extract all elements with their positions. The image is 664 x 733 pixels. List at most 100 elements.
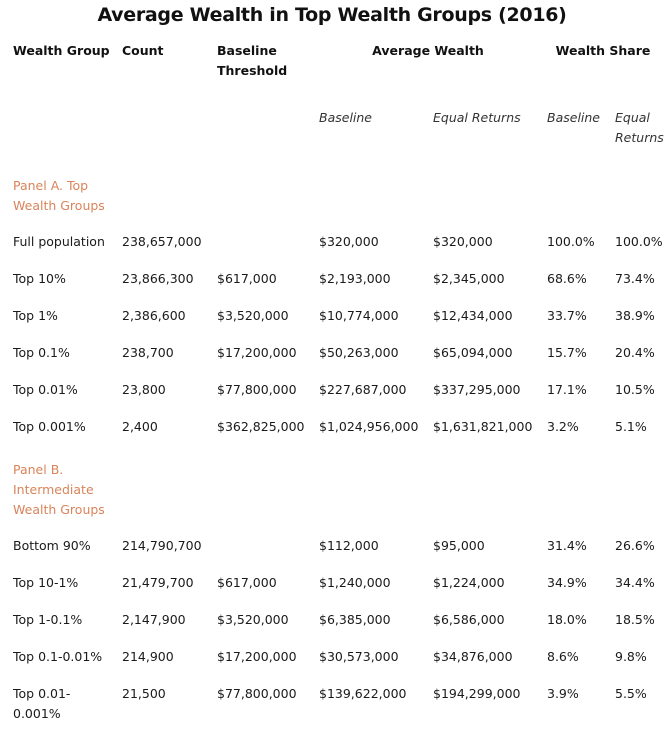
cell-baseline-threshold: $3,520,000	[217, 612, 289, 627]
panel-label: Panel A. Top Wealth Groups	[13, 178, 105, 213]
subheader-row: Baseline Equal Returns Baseline Equal Re…	[8, 86, 664, 162]
header-wealth-group: Wealth Group	[13, 43, 110, 58]
cell-count: 238,700	[122, 345, 174, 360]
table-row: Top 1-0.1% 2,147,900 $3,520,000 $6,385,000 $…	[8, 602, 664, 639]
table-title: Average Wealth in Top Wealth Groups (201…	[97, 4, 567, 26]
cell-avg-equal-returns: $2,345,000	[433, 271, 505, 286]
cell-avg-equal-returns: $1,224,000	[433, 575, 505, 590]
cell-count: 23,800	[122, 382, 166, 397]
panel-label-row: Panel A. Top Wealth Groups	[8, 162, 664, 224]
header-wealth-share: Wealth Share	[555, 43, 651, 58]
table-row: Top 0.1% 238,700 $17,200,000 $50,263,000 $65…	[8, 335, 664, 372]
cell-share-equal-returns: 20.4%	[615, 345, 655, 360]
cell-share-equal-returns: 100.0%	[615, 234, 663, 249]
cell-share-baseline: 3.9%	[547, 686, 579, 701]
table-row: Top 0.01% 23,800 $77,800,000 $227,687,000 $3…	[8, 372, 664, 409]
cell-count: 2,147,900	[122, 612, 186, 627]
panel-label: Panel B. Intermediate Wealth Groups	[13, 462, 105, 517]
cell-avg-equal-returns: $95,000	[433, 538, 485, 553]
cell-baseline-threshold: $362,825,000	[217, 419, 305, 434]
table-row: Top 0.1-0.01% 214,900 $17,200,000 $30,573,0…	[8, 639, 664, 676]
cell-avg-equal-returns: $1,631,821,000	[433, 419, 533, 434]
wealth-table: Wealth Group Count Baseline Threshold Av…	[8, 36, 664, 733]
cell-avg-equal-returns: $320,000	[433, 234, 493, 249]
table-row: Top 0.001% 2,400 $362,825,000 $1,024,956,00…	[8, 409, 664, 446]
cell-count: 21,500	[122, 686, 166, 701]
cell-avg-equal-returns: $6,586,000	[433, 612, 505, 627]
cell-baseline-threshold: $77,800,000	[217, 686, 297, 701]
table-row: Top 1% 2,386,600 $3,520,000 $10,774,000 $12,…	[8, 298, 664, 335]
cell-share-baseline: 15.7%	[547, 345, 587, 360]
table-body: Panel A. Top Wealth Groups Full populatio…	[8, 162, 664, 733]
subheader-avg-baseline: Baseline	[319, 110, 372, 125]
cell-avg-equal-returns: $194,299,000	[433, 686, 521, 701]
cell-share-equal-returns: 73.4%	[615, 271, 655, 286]
subheader-avg-equal-returns: Equal Returns	[433, 110, 521, 125]
cell-avg-baseline: $1,024,956,000	[319, 419, 419, 434]
header-row: Wealth Group Count Baseline Threshold Av…	[8, 36, 664, 86]
cell-baseline-threshold: $77,800,000	[217, 382, 297, 397]
subheader-share-baseline: Baseline	[547, 110, 600, 125]
cell-share-equal-returns: 18.5%	[615, 612, 655, 627]
table-row: Bottom 90% 214,790,700 $112,000 $95,000 31.4…	[8, 528, 664, 565]
cell-share-equal-returns: 10.5%	[615, 382, 655, 397]
cell-wealth-group: Top 1-0.1%	[13, 612, 83, 627]
cell-count: 23,866,300	[122, 271, 194, 286]
cell-share-baseline: 17.1%	[547, 382, 587, 397]
cell-baseline-threshold: $617,000	[217, 271, 277, 286]
cell-count: 2,400	[122, 419, 158, 434]
header-count: Count	[122, 43, 164, 58]
cell-count: 214,900	[122, 649, 174, 664]
cell-share-equal-returns: 38.9%	[615, 308, 655, 323]
cell-share-equal-returns: 5.5%	[615, 686, 647, 701]
cell-avg-baseline: $6,385,000	[319, 612, 391, 627]
table-row: Full population 238,657,000 $320,000 $320,0…	[8, 224, 664, 261]
cell-avg-baseline: $1,240,000	[319, 575, 391, 590]
cell-share-equal-returns: 5.1%	[615, 419, 647, 434]
cell-avg-equal-returns: $12,434,000	[433, 308, 513, 323]
table-row: Top 10-1% 21,479,700 $617,000 $1,240,000 $1,…	[8, 565, 664, 602]
cell-avg-baseline: $227,687,000	[319, 382, 407, 397]
cell-wealth-group: Top 0.1%	[13, 345, 70, 360]
subheader-share-equal-returns: Equal Returns	[615, 110, 664, 145]
cell-share-equal-returns: 9.8%	[615, 649, 647, 664]
cell-avg-baseline: $139,622,000	[319, 686, 407, 701]
cell-count: 214,790,700	[122, 538, 202, 553]
cell-wealth-group: Bottom 90%	[13, 538, 91, 553]
cell-share-baseline: 3.2%	[547, 419, 579, 434]
cell-share-baseline: 34.9%	[547, 575, 587, 590]
cell-baseline-threshold: $17,200,000	[217, 649, 297, 664]
cell-count: 21,479,700	[122, 575, 194, 590]
cell-share-equal-returns: 26.6%	[615, 538, 655, 553]
cell-wealth-group: Top 0.001%	[13, 419, 86, 434]
cell-wealth-group: Top 0.01%	[13, 382, 78, 397]
cell-count: 238,657,000	[122, 234, 202, 249]
cell-avg-baseline: $30,573,000	[319, 649, 399, 664]
cell-avg-baseline: $2,193,000	[319, 271, 391, 286]
cell-baseline-threshold: $617,000	[217, 575, 277, 590]
cell-avg-baseline: $50,263,000	[319, 345, 399, 360]
table-row: Top 10% 23,866,300 $617,000 $2,193,000 $2,34…	[8, 261, 664, 298]
cell-avg-equal-returns: $65,094,000	[433, 345, 513, 360]
cell-avg-equal-returns: $337,295,000	[433, 382, 521, 397]
cell-baseline-threshold	[212, 224, 314, 261]
cell-share-baseline: 18.0%	[547, 612, 587, 627]
cell-wealth-group: Top 0.1-0.01%	[13, 649, 103, 664]
cell-share-baseline: 8.6%	[547, 649, 579, 664]
cell-wealth-group: Top 1%	[13, 308, 58, 323]
cell-wealth-group: Top 10-1%	[13, 575, 79, 590]
cell-avg-equal-returns: $34,876,000	[433, 649, 513, 664]
cell-share-baseline: 33.7%	[547, 308, 587, 323]
header-average-wealth: Average Wealth	[372, 43, 484, 58]
cell-wealth-group: Full population	[13, 234, 105, 249]
cell-share-baseline: 100.0%	[547, 234, 595, 249]
cell-baseline-threshold: $17,200,000	[217, 345, 297, 360]
cell-avg-baseline: $112,000	[319, 538, 379, 553]
cell-count: 2,386,600	[122, 308, 186, 323]
cell-avg-baseline: $10,774,000	[319, 308, 399, 323]
table-row: Top 0.01-0.001% 21,500 $77,800,000 $139,622…	[8, 676, 664, 733]
header-baseline-threshold: Baseline Threshold	[217, 43, 288, 78]
cell-share-baseline: 31.4%	[547, 538, 587, 553]
cell-share-equal-returns: 34.4%	[615, 575, 655, 590]
cell-share-baseline: 68.6%	[547, 271, 587, 286]
